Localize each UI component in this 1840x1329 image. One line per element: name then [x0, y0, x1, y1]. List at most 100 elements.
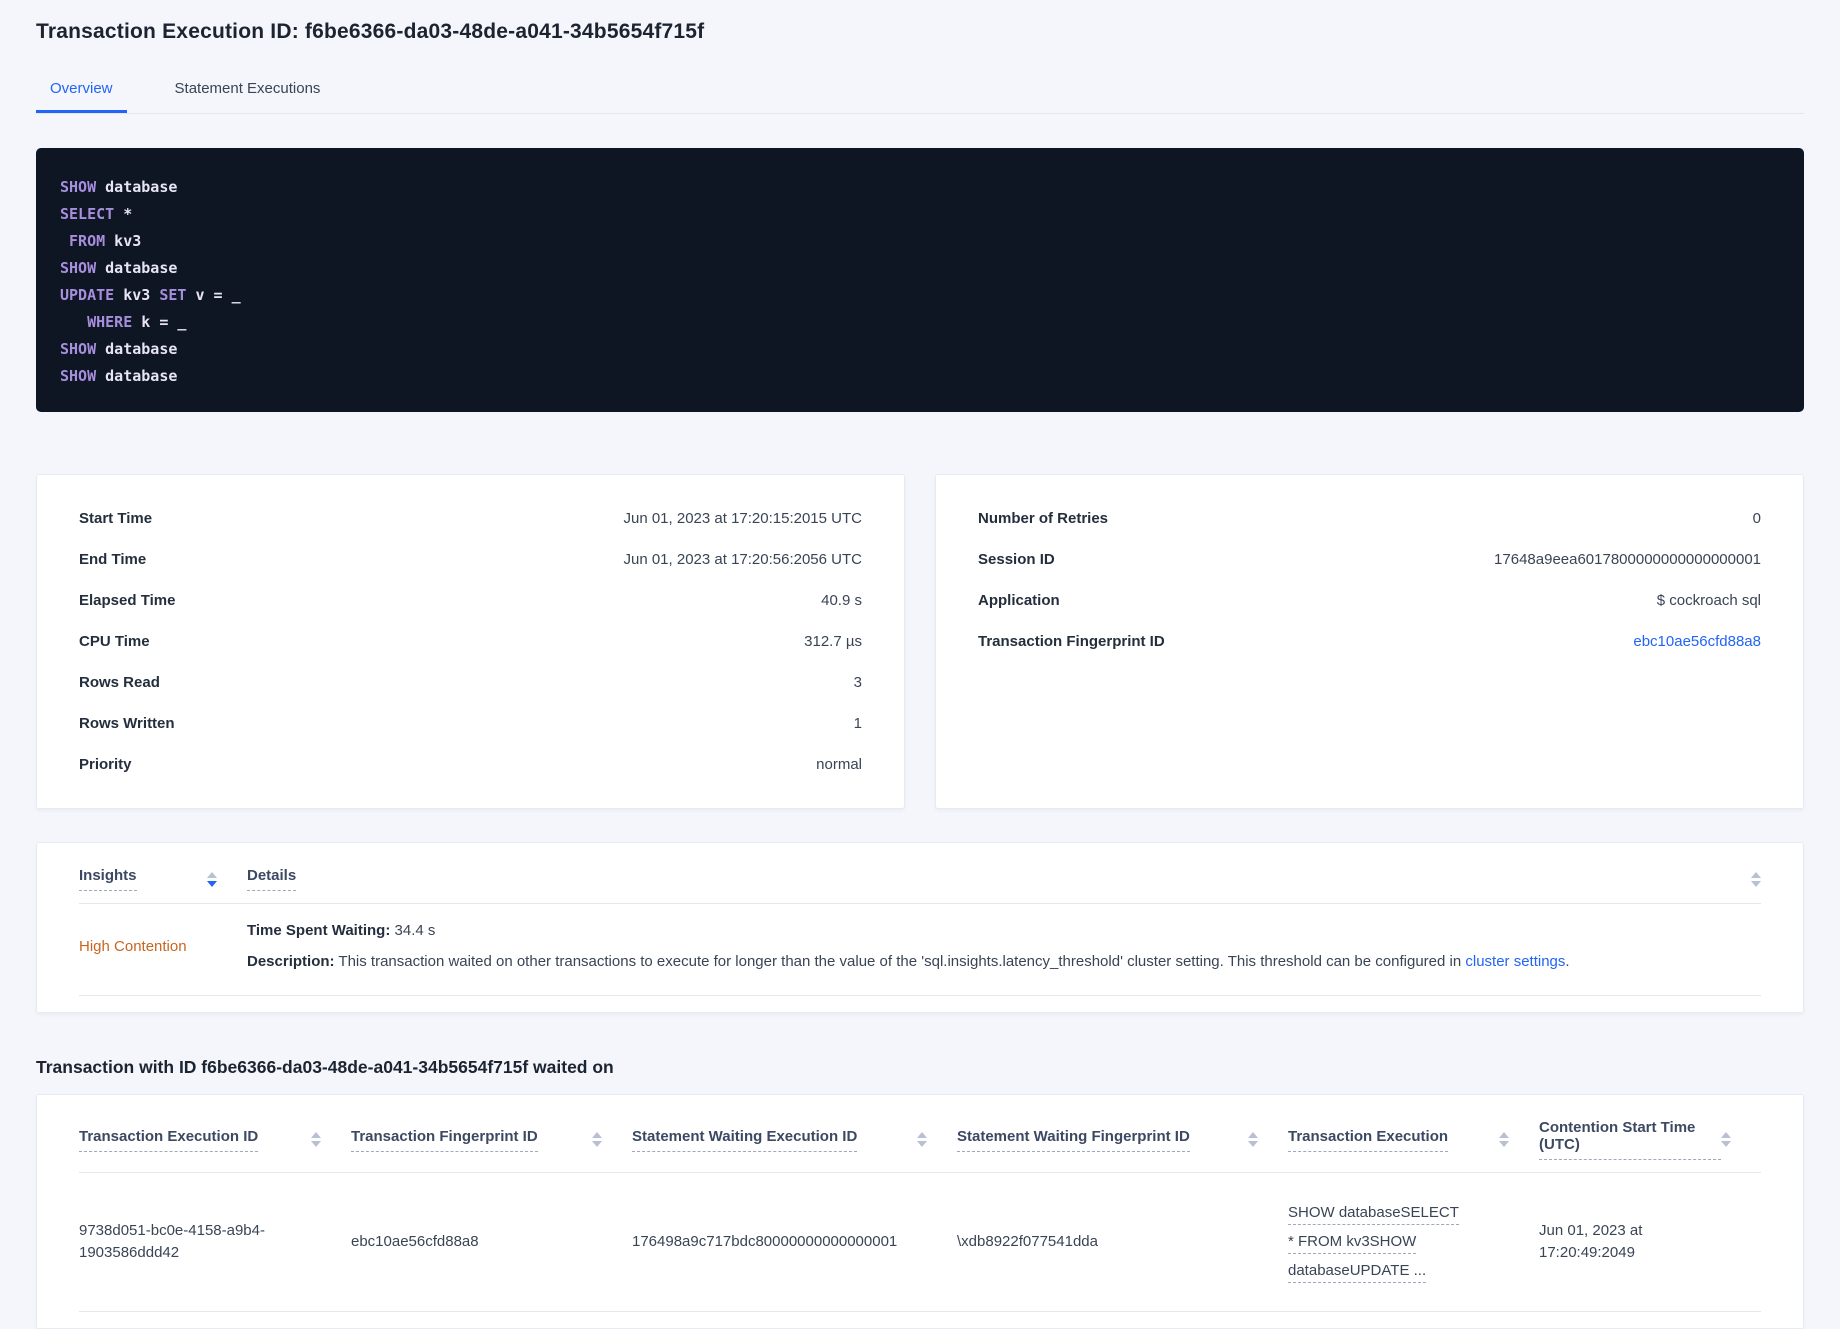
cell-contention-start-time: Jun 01, 2023 at 17:20:49:2049	[1539, 1221, 1643, 1261]
sql-keyword: FROM	[69, 232, 106, 250]
summary-card-times: Start Time Jun 01, 2023 at 17:20:15:2015…	[36, 474, 905, 809]
row-value: 0	[1752, 510, 1761, 527]
summary-row-end-time: End Time Jun 01, 2023 at 17:20:56:2056 U…	[79, 539, 862, 580]
column-header-transaction-execution-id[interactable]: Transaction Execution ID	[79, 1128, 351, 1152]
row-label: Application	[978, 592, 1060, 609]
sql-keyword: UPDATE	[60, 286, 115, 304]
waited-on-section-title: Transaction with ID f6be6366-da03-48de-a…	[36, 1057, 614, 1077]
sql-text: database	[96, 367, 178, 385]
row-label: End Time	[79, 551, 147, 568]
description-label: Description:	[247, 953, 335, 970]
summary-cards: Start Time Jun 01, 2023 at 17:20:15:2015…	[36, 474, 1804, 809]
column-label[interactable]: Details	[247, 867, 297, 891]
time-spent-waiting-label: Time Spent Waiting:	[247, 922, 391, 939]
sql-line: SHOW database	[60, 255, 1780, 282]
column-label[interactable]: Transaction Execution	[1288, 1128, 1449, 1152]
insight-description: Description: This transaction waited on …	[247, 951, 1761, 973]
sort-icon[interactable]	[1751, 871, 1761, 887]
row-value: 1	[853, 715, 862, 732]
sql-text: database	[96, 259, 178, 277]
sql-line: WHERE k = _	[60, 309, 1780, 336]
table-row: 9738d051-bc0e-4158-a9b4-1903586ddd42 ebc…	[79, 1173, 1761, 1312]
time-spent-waiting: Time Spent Waiting: 34.4 s	[247, 920, 1761, 942]
sql-text: kv3	[105, 232, 142, 250]
tab-bar: Overview Statement Executions	[36, 66, 1804, 114]
sql-keyword: SHOW	[60, 340, 97, 358]
cell-transaction-fingerprint-id: ebc10ae56cfd88a8	[351, 1232, 479, 1250]
row-label: Priority	[79, 756, 132, 773]
insights-table-header: Insights Details	[79, 843, 1761, 904]
row-label: Number of Retries	[978, 510, 1109, 527]
sql-line: FROM kv3	[60, 228, 1780, 255]
summary-row-cpu-time: CPU Time 312.7 µs	[79, 621, 862, 662]
row-value: 312.7 µs	[804, 633, 862, 650]
column-label[interactable]: Statement Waiting Fingerprint ID	[957, 1128, 1190, 1152]
tab-overview[interactable]: Overview	[36, 66, 127, 113]
description-suffix: .	[1565, 953, 1570, 970]
row-value: normal	[816, 756, 862, 773]
column-header-transaction-fingerprint-id[interactable]: Transaction Fingerprint ID	[351, 1128, 632, 1152]
sort-icon[interactable]	[1248, 1132, 1258, 1147]
description-text: This transaction waited on other transac…	[334, 953, 1466, 970]
row-label: Start Time	[79, 510, 153, 527]
column-label[interactable]: Insights	[79, 867, 137, 891]
row-label: Elapsed Time	[79, 592, 176, 609]
row-value: 17648a9eea6017800000000000000001	[1494, 551, 1761, 568]
row-label: CPU Time	[79, 633, 150, 650]
transaction-fingerprint-link[interactable]: ebc10ae56cfd88a8	[1633, 633, 1761, 650]
column-header-transaction-execution[interactable]: Transaction Execution	[1288, 1128, 1539, 1152]
tab-statement-executions[interactable]: Statement Executions	[161, 66, 335, 113]
sql-keyword: SELECT	[60, 205, 115, 223]
column-label[interactable]: Statement Waiting Execution ID	[632, 1128, 858, 1152]
insight-row: High Contention Time Spent Waiting: 34.4…	[79, 904, 1761, 996]
insights-table: Insights Details High Contention Time Sp…	[36, 842, 1804, 1013]
sql-keyword: SHOW	[60, 259, 97, 277]
summary-row-transaction-fingerprint-id: Transaction Fingerprint ID ebc10ae56cfd8…	[978, 621, 1761, 662]
page-title: Transaction Execution ID: f6be6366-da03-…	[36, 20, 705, 43]
column-header-contention-start-time[interactable]: Contention Start Time (UTC)	[1539, 1119, 1761, 1160]
sql-text: k = _	[132, 313, 187, 331]
summary-row-retries: Number of Retries 0	[978, 498, 1761, 539]
time-spent-waiting-value: 34.4 s	[390, 922, 436, 939]
sort-icon[interactable]	[311, 1132, 321, 1147]
summary-row-rows-written: Rows Written 1	[79, 703, 862, 744]
insight-type-badge: High Contention	[79, 938, 187, 955]
waited-on-table: Transaction Execution ID Transaction Fin…	[36, 1094, 1804, 1329]
row-value: $ cockroach sql	[1656, 592, 1761, 609]
column-label[interactable]: Transaction Execution ID	[79, 1128, 259, 1152]
column-header-statement-waiting-fingerprint-id[interactable]: Statement Waiting Fingerprint ID	[957, 1128, 1288, 1152]
sql-line: SHOW database	[60, 336, 1780, 363]
summary-row-application: Application $ cockroach sql	[978, 580, 1761, 621]
cell-transaction-execution-id: 9738d051-bc0e-4158-a9b4-1903586ddd42	[79, 1221, 265, 1261]
column-label[interactable]: Transaction Fingerprint ID	[351, 1128, 538, 1152]
sort-icon[interactable]	[917, 1132, 927, 1147]
sql-text: *	[114, 205, 133, 223]
column-label[interactable]: Contention Start Time (UTC)	[1539, 1119, 1721, 1160]
sql-line: UPDATE kv3 SET v = _	[60, 282, 1780, 309]
sql-keyword: SHOW	[60, 178, 97, 196]
sort-icon[interactable]	[592, 1132, 602, 1147]
sql-line: SHOW database	[60, 363, 1780, 390]
row-label: Transaction Fingerprint ID	[978, 633, 1165, 650]
row-label: Session ID	[978, 551, 1055, 568]
sql-line: SELECT *	[60, 201, 1780, 228]
sort-icon[interactable]	[1721, 1132, 1731, 1147]
row-label: Rows Written	[79, 715, 175, 732]
sort-icon[interactable]	[207, 871, 217, 887]
sort-icon[interactable]	[1499, 1132, 1509, 1147]
sql-text: database	[96, 178, 178, 196]
insight-details: Time Spent Waiting: 34.4 s Description: …	[247, 920, 1761, 973]
sql-line: SHOW database	[60, 174, 1780, 201]
cluster-settings-link[interactable]: cluster settings	[1465, 953, 1565, 970]
column-header-statement-waiting-execution-id[interactable]: Statement Waiting Execution ID	[632, 1128, 957, 1152]
transaction-sql-box: SHOW database SELECT * FROM kv3 SHOW dat…	[36, 148, 1804, 412]
row-value: 40.9 s	[821, 592, 862, 609]
summary-row-session-id: Session ID 17648a9eea6017800000000000000…	[978, 539, 1761, 580]
column-header-insights[interactable]: Insights	[79, 867, 247, 891]
column-header-details[interactable]: Details	[247, 867, 1751, 891]
transaction-execution-link[interactable]: SHOW databaseSELECT * FROM kv3SHOW datab…	[1288, 1204, 1459, 1283]
sql-text: v = _	[186, 286, 241, 304]
summary-card-session: Number of Retries 0 Session ID 17648a9ee…	[935, 474, 1804, 809]
